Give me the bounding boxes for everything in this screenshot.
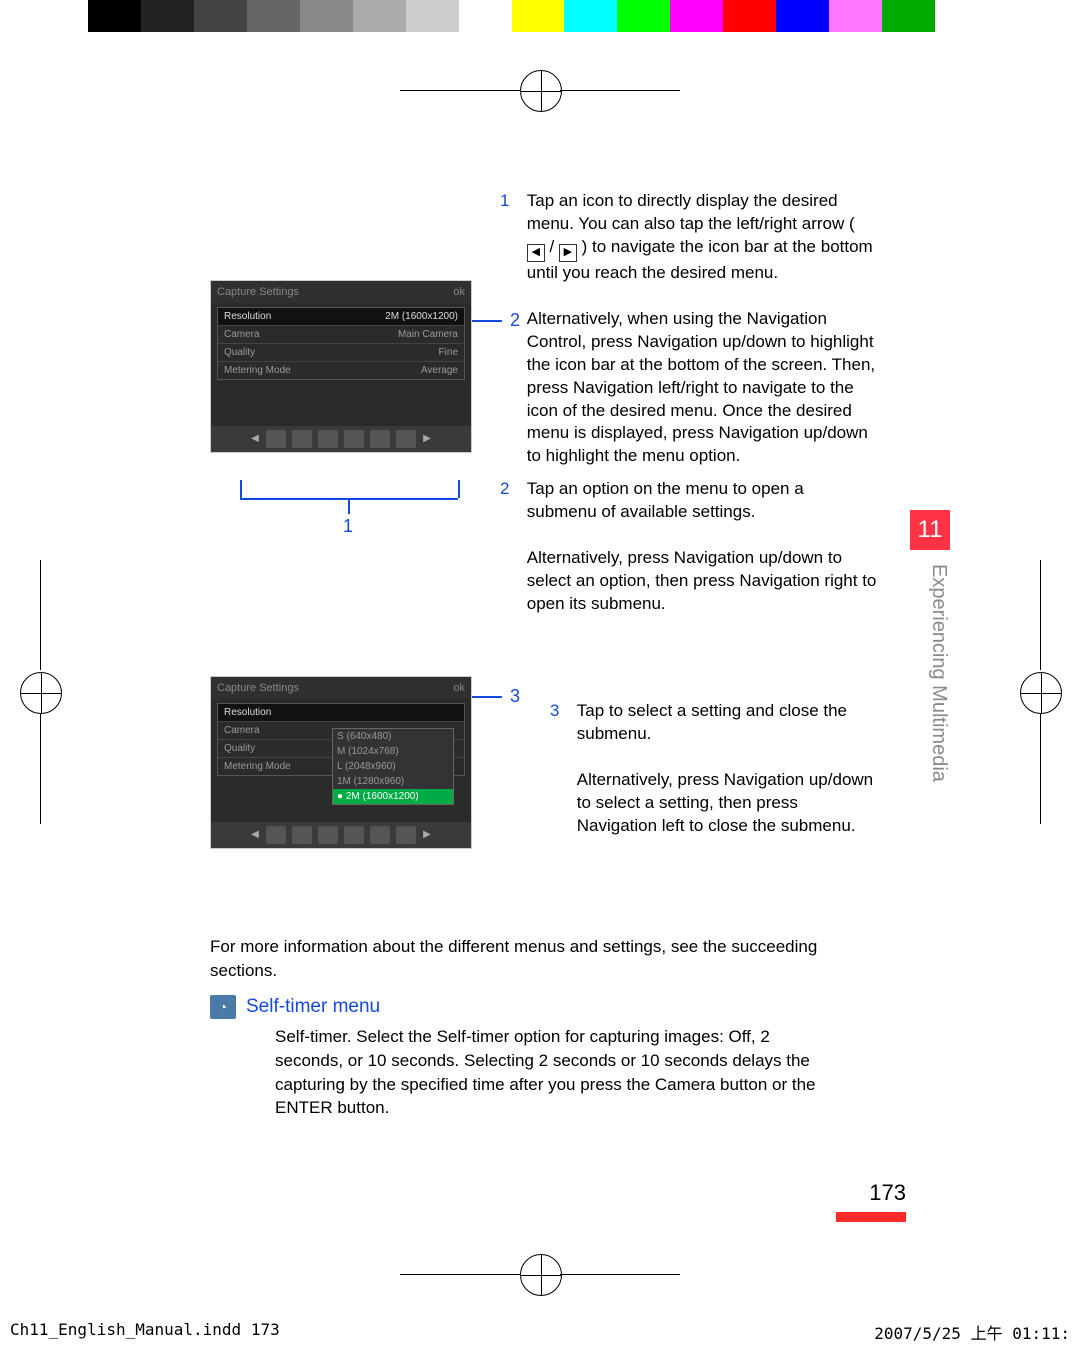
dropdown-item: 1M (1280x960)	[333, 774, 453, 789]
toolbar-icon	[266, 430, 286, 448]
crop-line	[560, 1274, 680, 1275]
crop-line	[400, 1274, 520, 1275]
settings-row: QualityFine	[218, 344, 464, 362]
settings-row: CameraMain Camera	[218, 326, 464, 344]
left-arrow-icon: ◀	[250, 430, 260, 448]
camera-settings-screenshot-2: Capture Settings ok S (640x480)M (1024x7…	[210, 676, 472, 849]
print-color-bar	[88, 0, 988, 32]
footer-right: 2007/5/25 上午 01:11:	[874, 1320, 1070, 1344]
toolbar-icon	[318, 430, 338, 448]
toolbar-icon	[292, 826, 312, 844]
chapter-number: 11	[910, 510, 950, 550]
section-title: Self-timer menu	[246, 996, 380, 1018]
toolbar-icon	[292, 430, 312, 448]
instruction-list-2: 3 Tap to select a setting and close the …	[550, 700, 880, 848]
footer-left: Ch11_English_Manual.indd 173	[10, 1320, 280, 1344]
right-arrow-box-icon: ▶	[559, 244, 577, 262]
left-arrow-box-icon: ◀	[527, 244, 545, 262]
page-number-accent	[836, 1212, 906, 1222]
crop-line	[40, 560, 41, 670]
dropdown-item: M (1024x768)	[333, 744, 453, 759]
callout-1: 1	[343, 516, 353, 537]
registration-mark-icon	[520, 1254, 562, 1296]
body-paragraph: For more information about the different…	[210, 935, 840, 983]
step-number: 1	[500, 190, 522, 213]
registration-mark-icon	[520, 70, 562, 112]
callout-line	[472, 320, 502, 322]
toolbar-icon	[344, 826, 364, 844]
settings-row: Metering ModeAverage	[218, 362, 464, 379]
chapter-tab: 11 Experiencing Multimedia	[910, 510, 950, 787]
toolbar-icon	[370, 826, 390, 844]
section-body: Self-timer. Select the Self-timer option…	[275, 1025, 835, 1120]
callout-3: 3	[510, 686, 520, 707]
crop-line	[40, 714, 41, 824]
toolbar-icon	[266, 826, 286, 844]
registration-mark-icon	[20, 672, 62, 714]
step-text: Tap an icon to directly display the desi…	[527, 190, 877, 468]
right-arrow-icon: ▶	[422, 826, 432, 844]
registration-mark-icon	[1020, 672, 1062, 714]
step-text: Tap an option on the menu to open a subm…	[527, 478, 877, 616]
step-text: Tap to select a setting and close the su…	[577, 700, 877, 838]
dropdown-item: S (640x480)	[333, 729, 453, 744]
window-title: Capture Settings	[217, 677, 299, 699]
ok-label: ok	[453, 281, 465, 303]
toolbar-icon	[396, 430, 416, 448]
section-heading: ◔ Self-timer menu	[210, 995, 380, 1019]
instruction-list: 1 Tap an icon to directly display the de…	[500, 190, 880, 626]
callout-line	[458, 480, 460, 498]
settings-row: Resolution	[218, 704, 464, 722]
page-number: 173	[869, 1180, 906, 1206]
callout-line	[240, 480, 242, 498]
ok-label: ok	[453, 677, 465, 699]
right-arrow-icon: ▶	[422, 430, 432, 448]
toolbar-icon	[396, 826, 416, 844]
self-timer-icon: ◔	[210, 995, 236, 1019]
dropdown-item: L (2048x960)	[333, 759, 453, 774]
resolution-dropdown: S (640x480)M (1024x768)L (2048x960)1M (1…	[332, 728, 454, 805]
step-number: 3	[550, 700, 572, 723]
window-title: Capture Settings	[217, 281, 299, 303]
crop-line	[1040, 560, 1041, 670]
toolbar-icon	[344, 430, 364, 448]
settings-row: Resolution2M (1600x1200)	[218, 308, 464, 326]
callout-line	[472, 696, 502, 698]
crop-line	[1040, 714, 1041, 824]
crop-line	[400, 90, 520, 91]
callout-line	[348, 498, 350, 514]
toolbar-icon	[370, 430, 390, 448]
camera-settings-screenshot-1: Capture Settings ok Resolution2M (1600x1…	[210, 280, 472, 453]
dropdown-item: ● 2M (1600x1200)	[333, 789, 453, 804]
chapter-title: Experiencing Multimedia	[910, 550, 950, 782]
left-arrow-icon: ◀	[250, 826, 260, 844]
print-footer: Ch11_English_Manual.indd 173 2007/5/25 上…	[0, 1320, 1080, 1344]
step-number: 2	[500, 478, 522, 501]
crop-line	[560, 90, 680, 91]
toolbar-icon	[318, 826, 338, 844]
